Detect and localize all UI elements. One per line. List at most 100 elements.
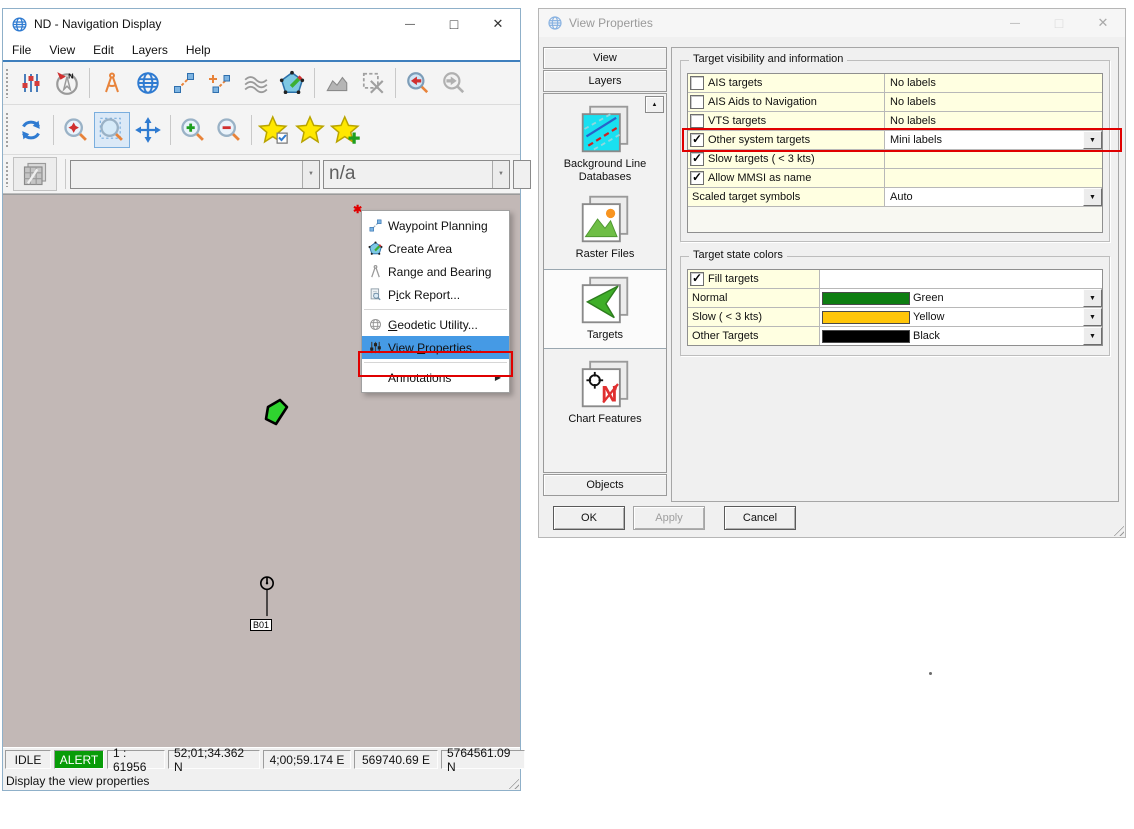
menu-help[interactable]: Help (177, 41, 220, 59)
checkbox-ais-targets[interactable] (690, 76, 704, 90)
zoom-window-button[interactable] (94, 112, 130, 148)
checkbox-other-system-targets[interactable] (690, 133, 704, 147)
status-mode: IDLE (5, 750, 51, 769)
dropdown-other-system-targets[interactable] (1083, 131, 1102, 149)
menu-item-geodetic-utility[interactable]: Geodetic Utility... (362, 313, 509, 336)
dialog-close-button[interactable] (1081, 10, 1125, 36)
toolbar-separator (53, 115, 54, 145)
profile-chart-button[interactable] (319, 65, 355, 101)
toolbar-separator (65, 159, 66, 189)
close-button[interactable] (476, 10, 520, 38)
toolbar-separator (314, 68, 315, 98)
status-alert-badge: ALERT (54, 750, 104, 769)
maximize-button[interactable] (432, 10, 476, 38)
dropdown-slow-color[interactable] (1083, 308, 1102, 326)
pan-button[interactable] (130, 112, 166, 148)
measure-line-button[interactable] (166, 65, 202, 101)
scroll-up-button[interactable]: ▲ (645, 96, 664, 113)
cancel-button[interactable]: Cancel (724, 506, 796, 530)
pick-report-icon (362, 287, 388, 302)
layer-item-chart-features[interactable]: Chart Features (544, 358, 666, 426)
toolbar-main (3, 62, 520, 105)
toolbar-grip[interactable] (5, 161, 10, 188)
layer-item-background-line-databases[interactable]: Background Line Databases (544, 103, 666, 184)
refresh-button[interactable] (13, 112, 49, 148)
geodetic-button[interactable] (130, 65, 166, 101)
clear-selection-button[interactable] (355, 65, 391, 101)
dialog-main-panel: Target visibility and information AIS ta… (671, 47, 1119, 502)
bookmark-add-button[interactable] (328, 112, 364, 148)
ok-button[interactable]: OK (553, 506, 625, 530)
layer-item-targets-selected[interactable]: Targets (544, 269, 666, 349)
tab-view[interactable]: View (543, 47, 667, 69)
chevron-down-icon[interactable] (302, 161, 319, 188)
layer-control-button[interactable] (13, 65, 49, 101)
minimize-button[interactable] (388, 10, 432, 38)
own-ship-target-symbol (255, 396, 291, 432)
waypoint-add-button[interactable] (202, 65, 238, 101)
dialog-titlebar: View Properties (539, 9, 1125, 37)
menu-item-annotations[interactable]: Annotations ▶ (362, 366, 509, 389)
layer-combobox[interactable] (70, 160, 320, 189)
menu-file[interactable]: File (3, 41, 40, 59)
dialog-minimize-button[interactable] (993, 10, 1037, 36)
toolbar-grip[interactable] (5, 112, 10, 146)
grid-view-button[interactable] (13, 157, 57, 191)
dropdown-scaled-target-symbols[interactable] (1083, 188, 1102, 206)
menu-view[interactable]: View (40, 41, 84, 59)
zoom-in-button[interactable] (175, 112, 211, 148)
layers-icon-list: ▲ Background Line Databases Raster Files… (543, 93, 667, 473)
range-bearing-button[interactable] (94, 65, 130, 101)
menu-edit[interactable]: Edit (84, 41, 123, 59)
menu-item-range-and-bearing[interactable]: Range and Bearing (362, 260, 509, 283)
scale-combobox[interactable]: n/a (323, 160, 510, 189)
table-row: Normal Green (688, 289, 1102, 308)
status-message: Display the view properties (6, 774, 149, 788)
dropdown-normal-color[interactable] (1083, 289, 1102, 307)
checkbox-allow-mmsi[interactable] (690, 171, 704, 185)
status-longitude: 4;00;59.174 E (263, 750, 351, 769)
layer-item-raster-files[interactable]: Raster Files (544, 193, 666, 261)
checkbox-slow-targets[interactable] (690, 152, 704, 166)
toolbar-zoom (3, 105, 520, 155)
menu-item-view-properties[interactable]: View Properties... (362, 336, 509, 359)
zoom-center-button[interactable] (58, 112, 94, 148)
menu-item-create-area[interactable]: Create Area (362, 237, 509, 260)
bookmark-button[interactable] (292, 112, 328, 148)
chart-features-icon (579, 358, 631, 410)
zoom-out-button[interactable] (211, 112, 247, 148)
dialog-resize-grip[interactable] (1111, 523, 1124, 536)
checkbox-ais-aids[interactable] (690, 95, 704, 109)
parallel-lines-button[interactable] (238, 65, 274, 101)
menu-item-pick-report[interactable]: Pick Report... (362, 283, 509, 306)
table-row: Slow ( < 3 kts) Yellow (688, 308, 1102, 327)
create-area-button[interactable] (274, 65, 310, 101)
group-target-state-colors: Target state colors Fill targets Normal … (680, 256, 1110, 356)
scale-combobox-value: n/a (324, 163, 492, 185)
toolbar-grip[interactable] (5, 68, 10, 97)
targets-icon (579, 274, 631, 326)
color-swatch-other (822, 330, 910, 343)
buoy-target-symbol (257, 575, 277, 621)
map-canvas[interactable]: B01 ✱ Waypoint Planning Create Area Rang… (3, 194, 520, 747)
view-properties-icon (362, 340, 388, 355)
color-swatch-slow (822, 311, 910, 324)
checkbox-vts-targets[interactable] (690, 114, 704, 128)
dropdown-other-color[interactable] (1083, 327, 1102, 345)
tab-layers[interactable]: Layers (543, 70, 667, 92)
resize-grip[interactable] (506, 776, 519, 789)
compass-button[interactable] (49, 65, 85, 101)
create-area-icon (362, 241, 388, 256)
bookmark-manage-button[interactable] (256, 112, 292, 148)
view-previous-button[interactable] (400, 65, 436, 101)
view-next-button[interactable] (436, 65, 472, 101)
dialog-maximize-button (1037, 10, 1081, 36)
chevron-down-icon[interactable] (492, 161, 509, 188)
checkbox-fill-targets[interactable] (690, 272, 704, 286)
tab-objects[interactable]: Objects (543, 474, 667, 496)
menu-separator (364, 309, 507, 310)
menu-layers[interactable]: Layers (123, 41, 177, 59)
navigation-display-window: ND - Navigation Display File View Edit L… (2, 8, 521, 791)
map-context-menu: Waypoint Planning Create Area Range and … (361, 210, 510, 393)
menu-item-waypoint-planning[interactable]: Waypoint Planning (362, 214, 509, 237)
